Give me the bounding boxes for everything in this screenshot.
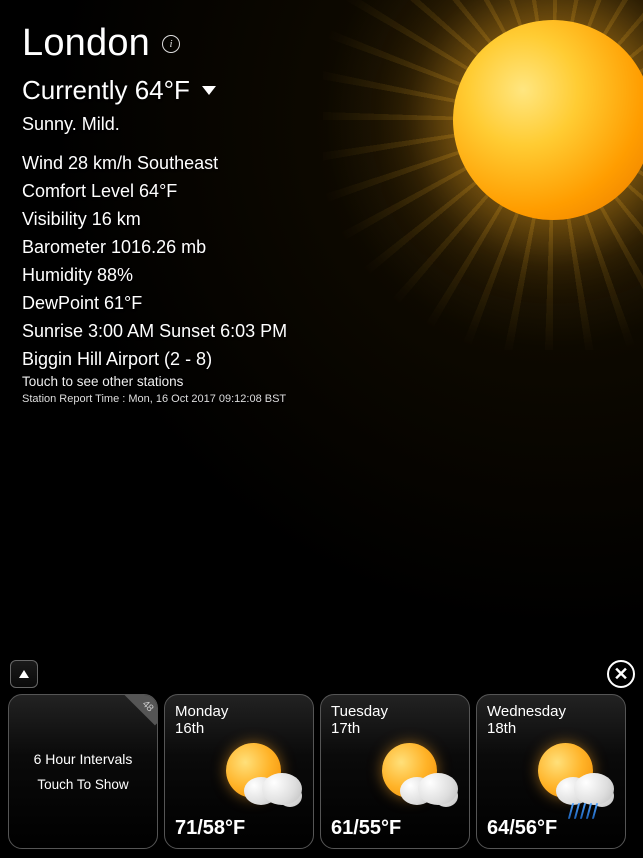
forecast-strip: 48 6 Hour Intervals Touch To Show Monday… <box>8 694 643 854</box>
forecast-temps: 64/56°F <box>487 817 557 840</box>
station-report: Station Report Time : Mon, 16 Oct 2017 0… <box>22 393 621 405</box>
expand-button[interactable] <box>10 660 38 688</box>
stat-humidity: Humidity 88% <box>22 265 621 286</box>
forecast-card-tuesday[interactable]: Tuesday 17th 61/55°F <box>320 694 470 849</box>
stat-dewpoint: DewPoint 61°F <box>22 293 621 314</box>
info-button[interactable]: i <box>162 35 180 53</box>
forecast-day: Tuesday <box>331 703 459 720</box>
condition-text: Sunny. Mild. <box>22 114 621 135</box>
forecast-day: Wednesday <box>487 703 615 720</box>
triangle-up-icon <box>19 670 29 678</box>
forecast-temps: 71/58°F <box>175 817 245 840</box>
stat-visibility: Visibility 16 km <box>22 209 621 230</box>
station-button[interactable]: Biggin Hill Airport (2 - 8) <box>22 349 621 370</box>
chevron-down-icon <box>202 86 216 95</box>
close-icon: ✕ <box>613 665 628 683</box>
intervals-card[interactable]: 48 6 Hour Intervals Touch To Show <box>8 694 158 849</box>
forecast-card-wednesday[interactable]: Wednesday 18th 64/56°F <box>476 694 626 849</box>
sun-cloud-rain-icon <box>528 733 623 813</box>
forecast-day: Monday <box>175 703 303 720</box>
intervals-title: 6 Hour Intervals <box>34 751 133 767</box>
sun-cloud-icon <box>372 733 467 813</box>
stat-wind: Wind 28 km/h Southeast <box>22 153 621 174</box>
station-hint: Touch to see other stations <box>22 374 621 389</box>
stat-barometer: Barometer 1016.26 mb <box>22 237 621 258</box>
stat-comfort: Comfort Level 64°F <box>22 181 621 202</box>
close-button[interactable]: ✕ <box>607 660 635 688</box>
station-name: Biggin Hill Airport (2 - 8) <box>22 349 212 369</box>
current-row[interactable]: Currently 64°F <box>22 75 621 106</box>
current-temp: Currently 64°F <box>22 75 190 106</box>
location-title: London <box>22 22 150 65</box>
stat-sun: Sunrise 3:00 AM Sunset 6:03 PM <box>22 321 621 342</box>
weather-panel: London i Currently 64°F Sunny. Mild. Win… <box>22 22 621 405</box>
sun-cloud-icon <box>216 733 311 813</box>
forecast-temps: 61/55°F <box>331 817 401 840</box>
intervals-sub: Touch To Show <box>37 777 128 792</box>
forecast-card-monday[interactable]: Monday 16th 71/58°F <box>164 694 314 849</box>
